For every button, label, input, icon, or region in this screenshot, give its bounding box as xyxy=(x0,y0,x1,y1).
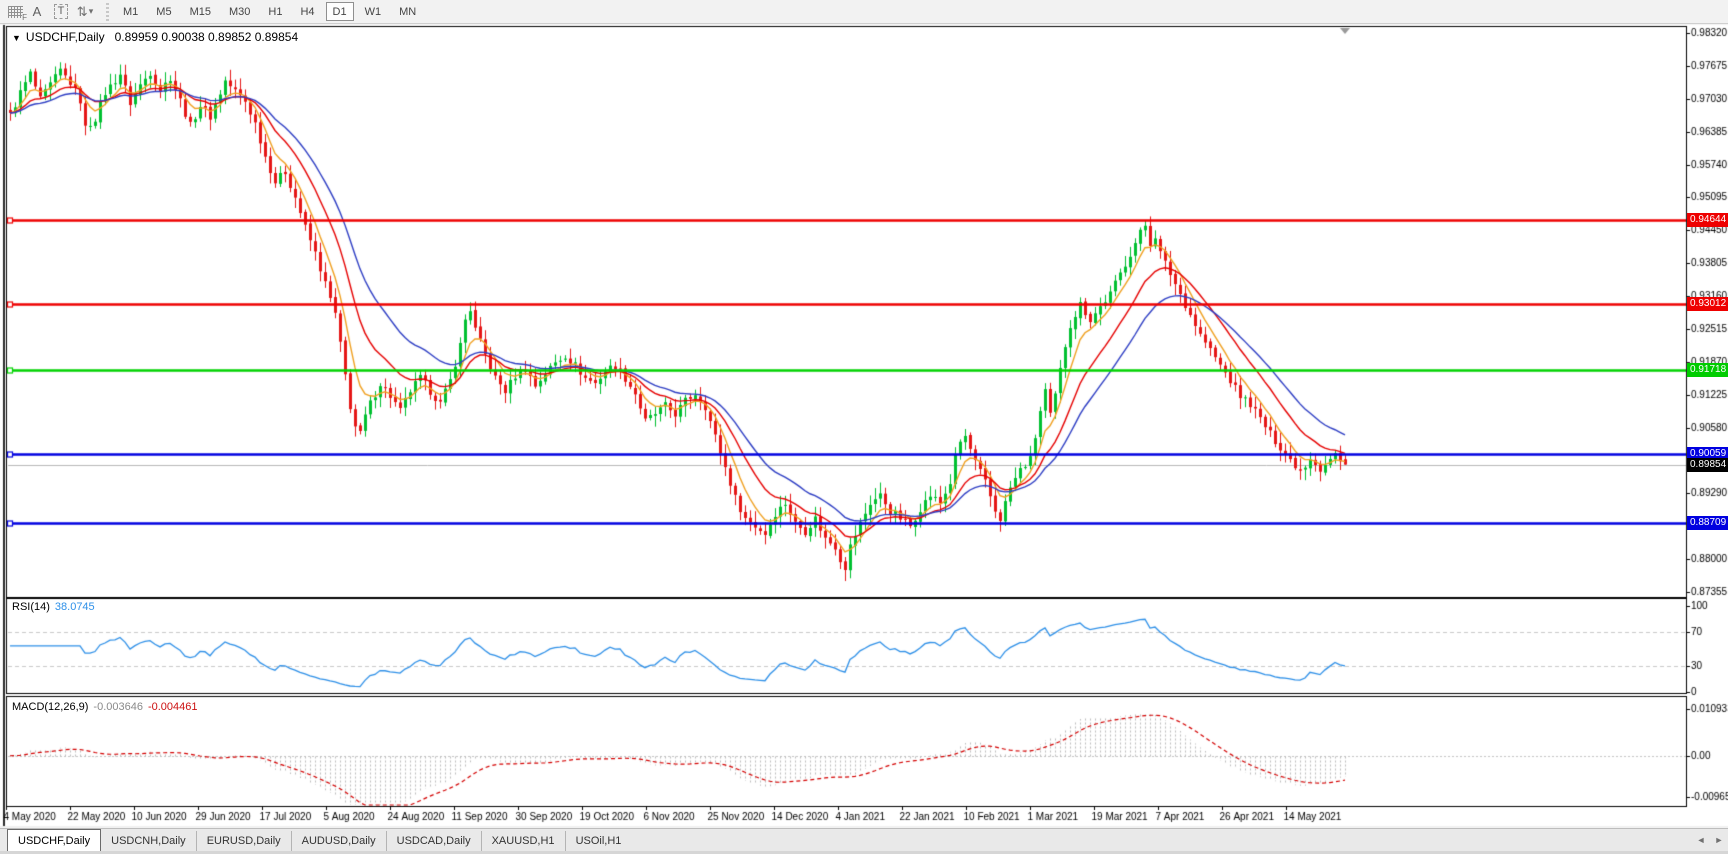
application-window: F A T ⇅ ▾ M1 M5 M15 M30 H1 H4 D1 W1 MN ▼… xyxy=(0,0,1728,854)
arrange-arrows-button[interactable]: ⇅ ▾ xyxy=(74,2,96,22)
support-price-tag-2: 0.88709 xyxy=(1687,516,1728,530)
dropdown-caret-icon: ▾ xyxy=(89,6,94,17)
chart-title-symbol: USDCHF,Daily xyxy=(26,30,105,44)
rsi-name: RSI(14) xyxy=(12,601,50,613)
annotate-letter-icon: A xyxy=(33,4,42,19)
macd-signal-value: -0.004461 xyxy=(148,701,198,713)
rsi-indicator-label: RSI(14) 38.0745 xyxy=(12,601,95,613)
rsi-value: 38.0745 xyxy=(55,601,95,613)
macd-main-value: -0.003646 xyxy=(93,701,143,713)
timeframe-d1-button[interactable]: D1 xyxy=(326,2,354,21)
tab-usoil-h1[interactable]: USOil,H1 xyxy=(565,831,632,851)
symbol-dropdown-icon[interactable]: ▼ xyxy=(12,33,21,43)
timeframe-h1-button[interactable]: H1 xyxy=(261,2,289,21)
timeframe-h4-button[interactable]: H4 xyxy=(293,2,321,21)
macd-name: MACD(12,26,9) xyxy=(12,701,88,713)
pivot-price-tag: 0.91718 xyxy=(1687,363,1728,377)
chart-title-ohlc: 0.89959 0.90038 0.89852 0.89854 xyxy=(115,30,299,44)
chart-grid-button[interactable]: F xyxy=(1,2,24,22)
top-toolbar: F A T ⇅ ▾ M1 M5 M15 M30 H1 H4 D1 W1 MN xyxy=(0,0,1728,24)
timeframe-m30-button[interactable]: M30 xyxy=(222,2,257,21)
tab-scroll-controls: ◄ ► xyxy=(1692,829,1728,851)
arrange-arrows-icon: ⇅ xyxy=(77,4,88,20)
timeframe-m15-button[interactable]: M15 xyxy=(183,2,218,21)
resistance-price-tag-2: 0.93012 xyxy=(1687,297,1728,311)
macd-indicator-label: MACD(12,26,9) -0.003646 -0.004461 xyxy=(12,701,198,713)
tab-usdcad-daily[interactable]: USDCAD,Daily xyxy=(386,831,481,851)
tab-usdcnh-daily[interactable]: USDCNH,Daily xyxy=(101,831,196,851)
tab-xauusd-h1[interactable]: XAUUSD,H1 xyxy=(481,831,565,851)
timeframe-m5-button[interactable]: M5 xyxy=(149,2,178,21)
chart-tab-bar: USDCHF,Daily USDCNH,Daily EURUSD,Daily A… xyxy=(0,828,1728,851)
chart-title: ▼ USDCHF,Daily 0.89959 0.90038 0.89852 0.8… xyxy=(12,30,298,44)
timeframe-m1-button[interactable]: M1 xyxy=(116,2,145,21)
current-price-tag: 0.89854 xyxy=(1687,458,1728,472)
tab-scroll-right-button[interactable]: ► xyxy=(1710,835,1728,845)
chart-grid-icon: F xyxy=(8,6,23,18)
tab-scroll-left-button[interactable]: ◄ xyxy=(1692,835,1710,845)
timeframe-w1-button[interactable]: W1 xyxy=(358,2,389,21)
annotate-letter-button[interactable]: A xyxy=(26,2,48,22)
timeframe-mn-button[interactable]: MN xyxy=(392,2,423,21)
price-chart-canvas[interactable] xyxy=(0,0,1728,854)
tab-usdchf-daily[interactable]: USDCHF,Daily xyxy=(7,829,101,851)
tab-eurusd-daily[interactable]: EURUSD,Daily xyxy=(196,831,291,851)
tab-audusd-daily[interactable]: AUDUSD,Daily xyxy=(291,831,386,851)
toolbar-separator xyxy=(105,3,110,21)
text-label-icon: T xyxy=(54,4,69,19)
resistance-price-tag-1: 0.94644 xyxy=(1687,213,1728,227)
text-label-button[interactable]: T xyxy=(50,2,72,22)
